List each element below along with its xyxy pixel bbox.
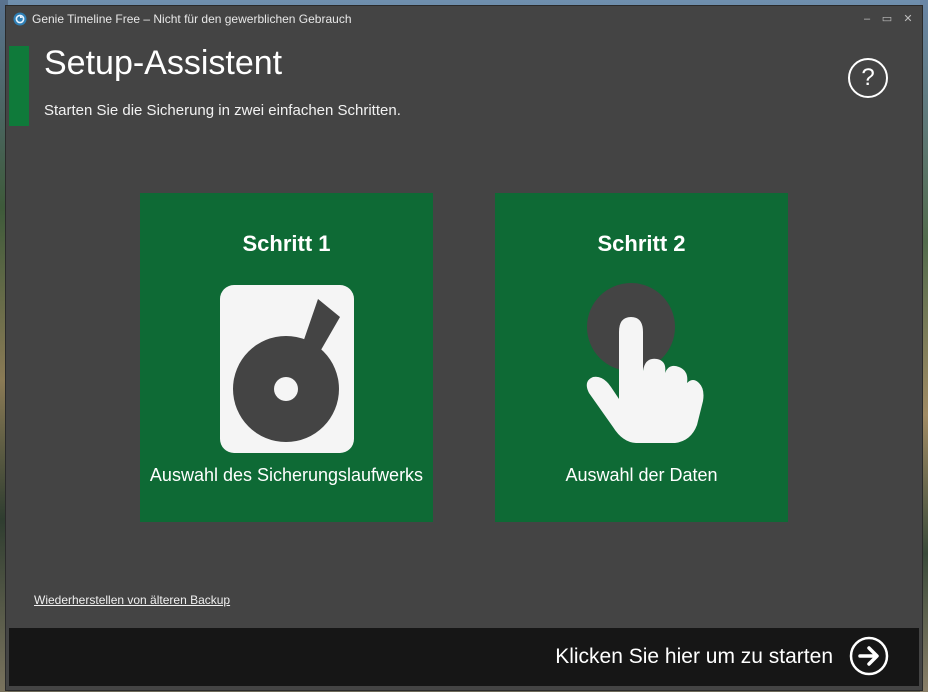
title-bar[interactable]: Genie Timeline Free – Nicht für den gewe… xyxy=(6,6,922,32)
genie-app-icon xyxy=(13,12,27,26)
step-1-title: Schritt 1 xyxy=(242,231,331,256)
arrow-right-circle-icon[interactable] xyxy=(849,636,889,676)
help-button[interactable]: ? xyxy=(848,58,888,98)
minimize-button[interactable]: – xyxy=(858,10,876,28)
tap-hand-icon xyxy=(586,283,704,443)
step-2-label: Auswahl der Daten xyxy=(565,465,718,485)
restore-backup-link[interactable]: Wiederherstellen von älteren Backup xyxy=(34,593,230,607)
setup-wizard-window: Genie Timeline Free – Nicht für den gewe… xyxy=(6,6,922,690)
maximize-button[interactable]: ▭ xyxy=(878,10,896,28)
window-title: Genie Timeline Free – Nicht für den gewe… xyxy=(32,12,352,26)
step-1-card[interactable]: Schritt 1 Auswahl des Sicherungslaufwerk… xyxy=(140,193,433,522)
page-subtitle: Starten Sie die Sicherung in zwei einfac… xyxy=(44,102,401,119)
hard-drive-icon xyxy=(220,285,354,453)
step-2-title: Schritt 2 xyxy=(597,231,686,256)
start-bar[interactable]: Klicken Sie hier um zu starten xyxy=(9,628,919,686)
accent-bar xyxy=(9,46,29,126)
close-button[interactable]: ✕ xyxy=(899,10,917,28)
step-1-label: Auswahl des Sicherungslaufwerks xyxy=(149,465,424,485)
start-label[interactable]: Klicken Sie hier um zu starten xyxy=(555,645,833,669)
step-2-card[interactable]: Schritt 2 Auswahl der Daten xyxy=(495,193,788,522)
page-title: Setup-Assistent xyxy=(44,44,283,82)
